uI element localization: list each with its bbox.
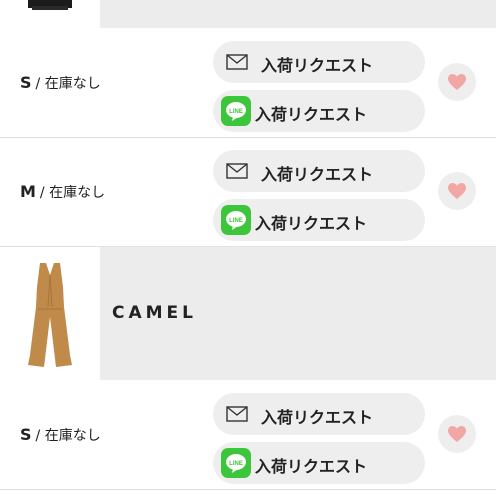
heart-icon: [448, 183, 466, 199]
favorite-button[interactable]: [438, 415, 476, 453]
svg-text:LINE: LINE: [229, 461, 243, 467]
line-restock-request-button[interactable]: LINE 入荷リクエスト: [213, 90, 425, 132]
size-label: S / 在庫なし: [20, 425, 101, 444]
line-app-icon: LINE: [221, 448, 251, 478]
line-restock-request-button[interactable]: LINE 入荷リクエスト: [213, 442, 425, 484]
product-stock-list: S / 在庫なし 入荷リクエスト LINE 入荷リクエスト M / 在庫なし 入…: [0, 0, 496, 496]
favorite-button[interactable]: [438, 63, 476, 101]
size-label: S / 在庫なし: [20, 73, 101, 92]
svg-text:LINE: LINE: [229, 218, 243, 224]
color-thumbnail-camel[interactable]: [0, 247, 100, 380]
envelope-icon: [226, 406, 248, 422]
line-app-icon: LINE: [221, 205, 251, 235]
heart-icon: [448, 74, 466, 90]
color-name: CAMEL: [112, 303, 197, 323]
size-row-m: M / 在庫なし 入荷リクエスト LINE 入荷リクエスト: [0, 138, 496, 247]
envelope-icon: [226, 163, 248, 179]
favorite-button[interactable]: [438, 172, 476, 210]
size-label: M / 在庫なし: [20, 182, 106, 201]
svg-text:LINE: LINE: [229, 109, 243, 115]
mail-restock-request-button[interactable]: 入荷リクエスト: [213, 393, 425, 435]
heart-icon: [448, 426, 466, 442]
line-app-icon: LINE: [221, 96, 251, 126]
mail-restock-request-button[interactable]: 入荷リクエスト: [213, 41, 425, 83]
size-row-s: S / 在庫なし 入荷リクエスト LINE 入荷リクエスト: [0, 29, 496, 138]
envelope-icon: [226, 54, 248, 70]
color-header-black: [0, 0, 496, 28]
size-row-s-camel: S / 在庫なし 入荷リクエスト LINE 入荷リクエスト: [0, 381, 496, 490]
line-restock-request-button[interactable]: LINE 入荷リクエスト: [213, 199, 425, 241]
color-thumbnail-black[interactable]: [0, 0, 100, 28]
color-header-camel: CAMEL: [0, 247, 496, 380]
mail-restock-request-button[interactable]: 入荷リクエスト: [213, 150, 425, 192]
